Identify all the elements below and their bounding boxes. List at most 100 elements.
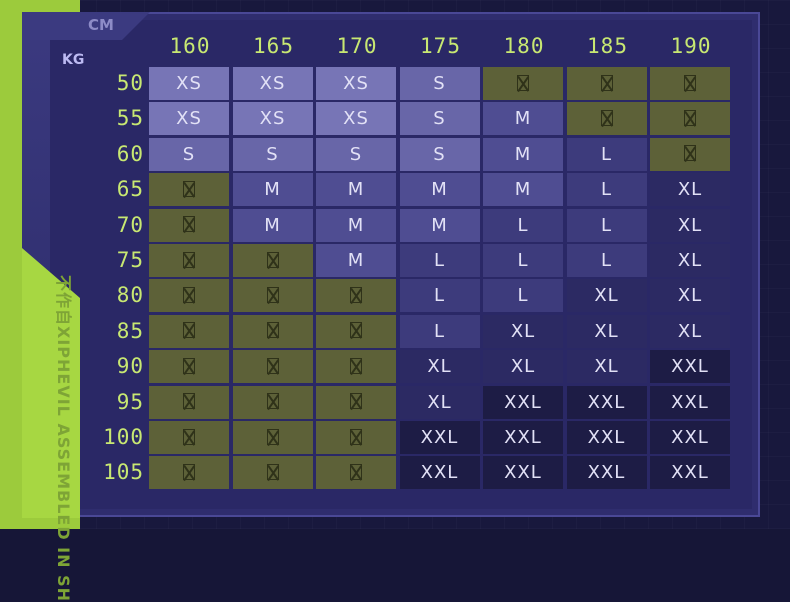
size-cell-unavailable (232, 279, 313, 313)
size-cell: L (483, 279, 563, 313)
size-cell: XXL (483, 421, 563, 454)
size-cell-unavailable (316, 421, 396, 454)
size-cell-unavailable (149, 350, 229, 384)
size-cell: XL (483, 350, 563, 384)
x-box-icon (517, 74, 529, 91)
size-cell: XL (566, 314, 647, 348)
size-cell: XL (483, 314, 563, 348)
size-cell: XL (650, 314, 730, 348)
size-cell: S (399, 67, 480, 100)
x-box-icon (350, 357, 362, 374)
size-cell: XXL (650, 421, 730, 454)
weight-header: 90 (116, 354, 144, 379)
height-header: 190 (670, 34, 712, 58)
weight-header: 55 (116, 106, 144, 131)
size-cell-unavailable (232, 314, 313, 348)
height-header: 175 (420, 34, 461, 58)
size-cell: XXL (483, 456, 563, 490)
x-box-icon (350, 428, 362, 445)
size-cell: XL (650, 173, 730, 207)
weight-header: 65 (116, 177, 144, 202)
height-unit-label: CM (88, 16, 114, 34)
x-box-icon (183, 428, 195, 445)
weight-header: 80 (116, 283, 144, 308)
x-box-icon (183, 216, 195, 233)
size-cell: XS (316, 67, 396, 100)
size-cell: XS (149, 102, 229, 136)
size-cell: XS (316, 102, 396, 136)
x-box-icon (350, 393, 362, 410)
size-cell: M (399, 173, 480, 207)
size-cell-unavailable (149, 244, 229, 277)
size-cell: XL (650, 244, 730, 277)
height-header: 185 (587, 34, 628, 58)
size-cell: L (566, 173, 647, 207)
size-cell: S (399, 137, 480, 171)
size-cell-unavailable (316, 314, 396, 348)
size-cell: L (483, 244, 563, 277)
size-cell-unavailable (566, 67, 647, 100)
weight-header: 75 (116, 248, 144, 272)
size-cell-unavailable (566, 102, 647, 136)
x-box-icon (684, 145, 696, 162)
x-box-icon (350, 286, 362, 303)
size-cell: L (399, 314, 480, 348)
size-cell: M (483, 173, 563, 207)
weight-header: 105 (103, 460, 144, 485)
x-box-icon (600, 74, 613, 91)
size-cell: M (399, 208, 480, 242)
x-box-icon (183, 357, 195, 374)
x-box-icon (266, 428, 279, 445)
size-cell: L (399, 279, 480, 313)
size-cell-unavailable (149, 173, 229, 207)
size-cell: L (399, 244, 480, 277)
size-cell: XXL (399, 456, 480, 490)
x-box-icon (266, 251, 279, 268)
size-cell-unavailable (232, 350, 313, 384)
x-box-icon (350, 322, 362, 339)
size-cell: L (566, 208, 647, 242)
size-cell: L (483, 208, 563, 242)
x-box-icon (684, 109, 696, 126)
size-cell-unavailable (483, 67, 563, 100)
size-cell: XXL (483, 385, 563, 419)
size-cell: XL (399, 385, 480, 419)
size-cell: S (399, 102, 480, 136)
size-cell-unavailable (149, 421, 229, 454)
x-box-icon (183, 393, 195, 410)
x-box-icon (266, 322, 279, 339)
size-cell: XL (650, 208, 730, 242)
size-cell: XXL (566, 421, 647, 454)
size-cell: M (316, 244, 396, 277)
size-cell: XXL (650, 385, 730, 419)
size-cell: S (232, 137, 313, 171)
size-cell: XXL (650, 456, 730, 490)
weight-unit-label: KG (62, 52, 85, 68)
size-cell-unavailable (232, 385, 313, 419)
weight-header: 70 (116, 212, 144, 237)
x-box-icon (183, 322, 195, 339)
height-header: 180 (503, 34, 545, 58)
size-cell-unavailable (650, 102, 730, 136)
size-cell: XS (149, 67, 229, 100)
size-cell: XS (232, 102, 313, 136)
x-box-icon (183, 463, 195, 480)
size-cell: XL (650, 279, 730, 313)
size-cell-unavailable (149, 456, 229, 490)
size-cell: XL (566, 350, 647, 384)
x-box-icon (183, 286, 195, 303)
size-cell-unavailable (316, 456, 396, 490)
height-header: 160 (169, 34, 211, 58)
size-cell: M (483, 137, 563, 171)
size-cell: XS (232, 67, 313, 100)
size-cell: M (232, 173, 313, 207)
weight-header: 85 (116, 318, 144, 343)
height-header: 165 (253, 34, 294, 58)
x-box-icon (183, 180, 195, 197)
side-brand-text: 不作自XIPHEVIL ASSEMBLED IN SH (54, 275, 73, 602)
size-cell: S (316, 137, 396, 171)
size-cell-unavailable (149, 385, 229, 419)
x-box-icon (266, 393, 279, 410)
size-cell: M (316, 208, 396, 242)
size-cell: XL (566, 279, 647, 313)
